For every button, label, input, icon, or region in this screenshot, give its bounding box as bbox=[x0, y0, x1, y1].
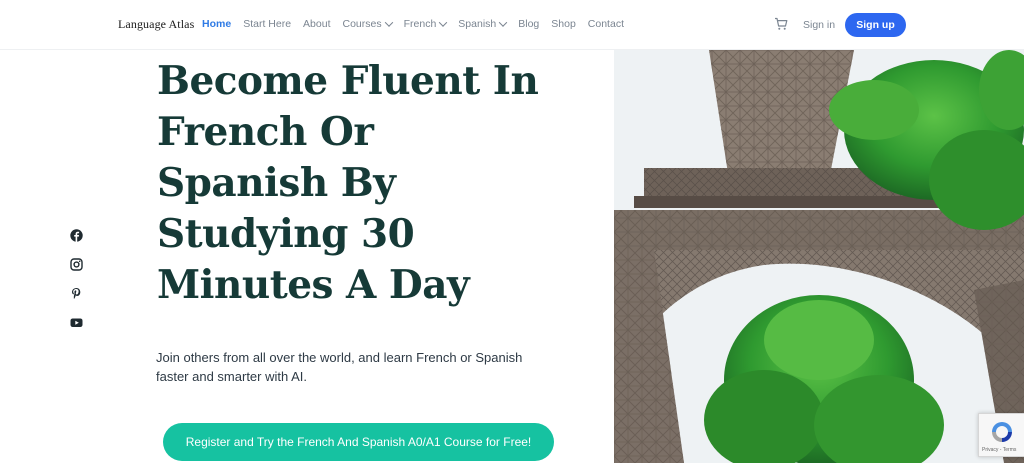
nav-label: Courses bbox=[342, 18, 382, 30]
eiffel-tower-image bbox=[614, 50, 1024, 463]
hero-title-line: Become Fluent In bbox=[157, 58, 539, 104]
nav-start-here[interactable]: Start Here bbox=[243, 18, 291, 30]
brand-logo[interactable]: Language Atlas bbox=[118, 17, 194, 32]
recaptcha-terms[interactable]: Privacy - Terms bbox=[982, 447, 1016, 453]
nav-about[interactable]: About bbox=[303, 18, 330, 30]
signup-button[interactable]: Sign up bbox=[845, 13, 906, 37]
hero-title-line: Spanish By bbox=[157, 160, 396, 206]
nav-courses[interactable]: Courses bbox=[342, 18, 393, 30]
nav-label: Blog bbox=[518, 18, 540, 30]
pinterest-icon[interactable] bbox=[70, 287, 83, 300]
nav-label: Spanish bbox=[458, 18, 497, 30]
hero-title-line: Studying 30 bbox=[157, 211, 415, 257]
nav-label: French bbox=[403, 18, 437, 30]
youtube-icon[interactable] bbox=[70, 316, 83, 329]
nav-label: Home bbox=[202, 18, 232, 30]
hero-title-line: French Or bbox=[157, 109, 374, 155]
hero-title-line: Minutes A Day bbox=[157, 262, 470, 308]
cart-icon[interactable] bbox=[774, 17, 788, 31]
instagram-icon[interactable] bbox=[70, 258, 83, 271]
recaptcha-badge[interactable]: Privacy - Terms bbox=[978, 413, 1024, 457]
facebook-icon[interactable] bbox=[70, 229, 83, 242]
main-nav: Home Start Here About Courses French Spa… bbox=[202, 18, 636, 30]
nav-contact[interactable]: Contact bbox=[588, 18, 624, 30]
nav-label: About bbox=[303, 18, 331, 30]
recaptcha-icon bbox=[992, 422, 1012, 442]
chevron-down-icon bbox=[499, 18, 508, 27]
nav-label: Contact bbox=[587, 18, 624, 30]
hero-subtitle: Join others from all over the world, and… bbox=[156, 348, 556, 386]
nav-home[interactable]: Home bbox=[202, 18, 231, 30]
nav-label: Shop bbox=[551, 18, 576, 30]
chevron-down-icon bbox=[384, 18, 393, 27]
nav-spanish[interactable]: Spanish bbox=[458, 18, 508, 30]
nav-french[interactable]: French bbox=[403, 18, 448, 30]
nav-blog[interactable]: Blog bbox=[518, 18, 539, 30]
hero-subtitle-line: Join others from all over the world, and… bbox=[156, 350, 523, 365]
register-cta-button[interactable]: Register and Try the French And Spanish … bbox=[163, 423, 554, 461]
signin-link[interactable]: Sign in bbox=[803, 19, 835, 31]
chevron-down-icon bbox=[439, 18, 448, 27]
site-header: Language Atlas Home Start Here About Cou… bbox=[0, 0, 1024, 50]
hero-subtitle-line: faster and smarter with AI. bbox=[156, 369, 308, 384]
hero-title: Become Fluent In French Or Spanish By St… bbox=[157, 56, 597, 311]
nav-label: Start Here bbox=[243, 18, 292, 30]
nav-shop[interactable]: Shop bbox=[551, 18, 576, 30]
